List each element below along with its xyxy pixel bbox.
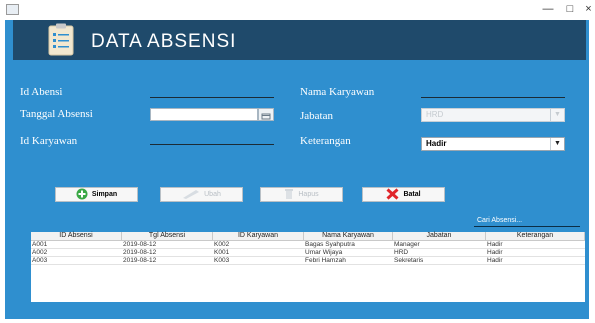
cell-tgl-absensi: 2019-08-12 xyxy=(123,241,157,248)
table-row[interactable]: A001 2019-08-12 K002 Bagas Syahputra Man… xyxy=(31,241,585,249)
cell-id-karyawan: K002 xyxy=(214,241,230,248)
nama-karyawan-label: Nama Karyawan xyxy=(300,86,375,98)
cell-nama-karyawan: Bagas Syahputra xyxy=(305,241,355,248)
cell-jabatan: HRD xyxy=(394,249,409,256)
id-absensi-input[interactable] xyxy=(150,97,274,98)
cell-jabatan: Manager xyxy=(394,241,420,248)
cell-id-karyawan: K003 xyxy=(214,257,230,264)
cell-tgl-absensi: 2019-08-12 xyxy=(123,257,157,264)
minimize-button[interactable]: — xyxy=(538,2,558,16)
calendar-button[interactable] xyxy=(258,108,274,121)
table-row[interactable]: A003 2019-08-12 K003 Febri Hamzah Sekret… xyxy=(31,257,585,265)
keterangan-label: Keterangan xyxy=(300,135,351,147)
cell-nama-karyawan: Febri Hamzah xyxy=(305,257,346,264)
search-underline xyxy=(474,226,580,227)
column-header[interactable]: ID Absensi xyxy=(31,232,122,240)
chevron-down-icon: ▼ xyxy=(550,138,564,150)
id-karyawan-label: Id Karyawan xyxy=(20,135,78,147)
clipboard-icon xyxy=(48,23,74,56)
table-row[interactable]: A002 2019-08-12 K001 Umar Wijaya HRD Had… xyxy=(31,249,585,257)
cell-id-absensi: A002 xyxy=(32,249,48,256)
id-absensi-label: Id Abensi xyxy=(20,86,63,98)
tanggal-absensi-input[interactable] xyxy=(150,108,258,121)
chevron-down-icon: ▼ xyxy=(550,109,564,121)
cell-tgl-absensi: 2019-08-12 xyxy=(123,249,157,256)
keterangan-select[interactable]: Hadir ▼ xyxy=(421,137,565,151)
batal-button[interactable]: Batal xyxy=(362,187,445,202)
hapus-label: Hapus xyxy=(298,191,319,198)
cell-id-absensi: A001 xyxy=(32,241,48,248)
id-karyawan-input[interactable] xyxy=(150,144,274,145)
column-header[interactable]: Keterangan xyxy=(486,232,585,240)
column-header[interactable]: ID Karyawan xyxy=(213,232,304,240)
jabatan-select[interactable]: HRD ▼ xyxy=(421,108,565,122)
absensi-table: ID Absensi Tgl Absensi ID Karyawan Nama … xyxy=(31,232,585,302)
close-button[interactable]: × xyxy=(582,2,595,16)
cell-jabatan: Sekretaris xyxy=(394,257,424,264)
cell-keterangan: Hadir xyxy=(487,257,503,264)
ubah-button[interactable]: Ubah xyxy=(160,187,243,202)
hapus-button[interactable]: Hapus xyxy=(260,187,343,202)
column-header[interactable]: Tgl Absensi xyxy=(122,232,213,240)
cell-keterangan: Hadir xyxy=(487,249,503,256)
app-icon xyxy=(6,4,19,15)
add-icon xyxy=(76,188,88,200)
cell-id-karyawan: K001 xyxy=(214,249,230,256)
cell-nama-karyawan: Umar Wijaya xyxy=(305,249,343,256)
cell-id-absensi: A003 xyxy=(32,257,48,264)
simpan-button[interactable]: Simpan xyxy=(55,187,138,202)
window-title-bar: — □ × xyxy=(0,0,595,20)
jabatan-label: Jabatan xyxy=(300,110,333,122)
ubah-label: Ubah xyxy=(204,191,221,198)
column-header[interactable]: Jabatan xyxy=(393,232,486,240)
maximize-button[interactable]: □ xyxy=(560,2,580,16)
page-title: DATA ABSENSI xyxy=(91,31,237,52)
search-input[interactable]: Cari Absensi... xyxy=(477,217,577,224)
jabatan-value: HRD xyxy=(426,110,444,119)
tanggal-absensi-label: Tanggal Absensi xyxy=(20,108,93,120)
keterangan-value: Hadir xyxy=(426,139,447,148)
calendar-icon xyxy=(261,113,271,120)
cell-keterangan: Hadir xyxy=(487,241,503,248)
simpan-label: Simpan xyxy=(91,191,118,198)
pencil-icon xyxy=(183,190,200,200)
column-header[interactable]: Nama Karyawan xyxy=(304,232,393,240)
table-header: ID Absensi Tgl Absensi ID Karyawan Nama … xyxy=(31,232,585,241)
batal-label: Batal xyxy=(403,191,421,198)
nama-karyawan-input[interactable] xyxy=(421,97,565,98)
trash-icon xyxy=(285,189,294,200)
cancel-icon xyxy=(386,188,399,200)
